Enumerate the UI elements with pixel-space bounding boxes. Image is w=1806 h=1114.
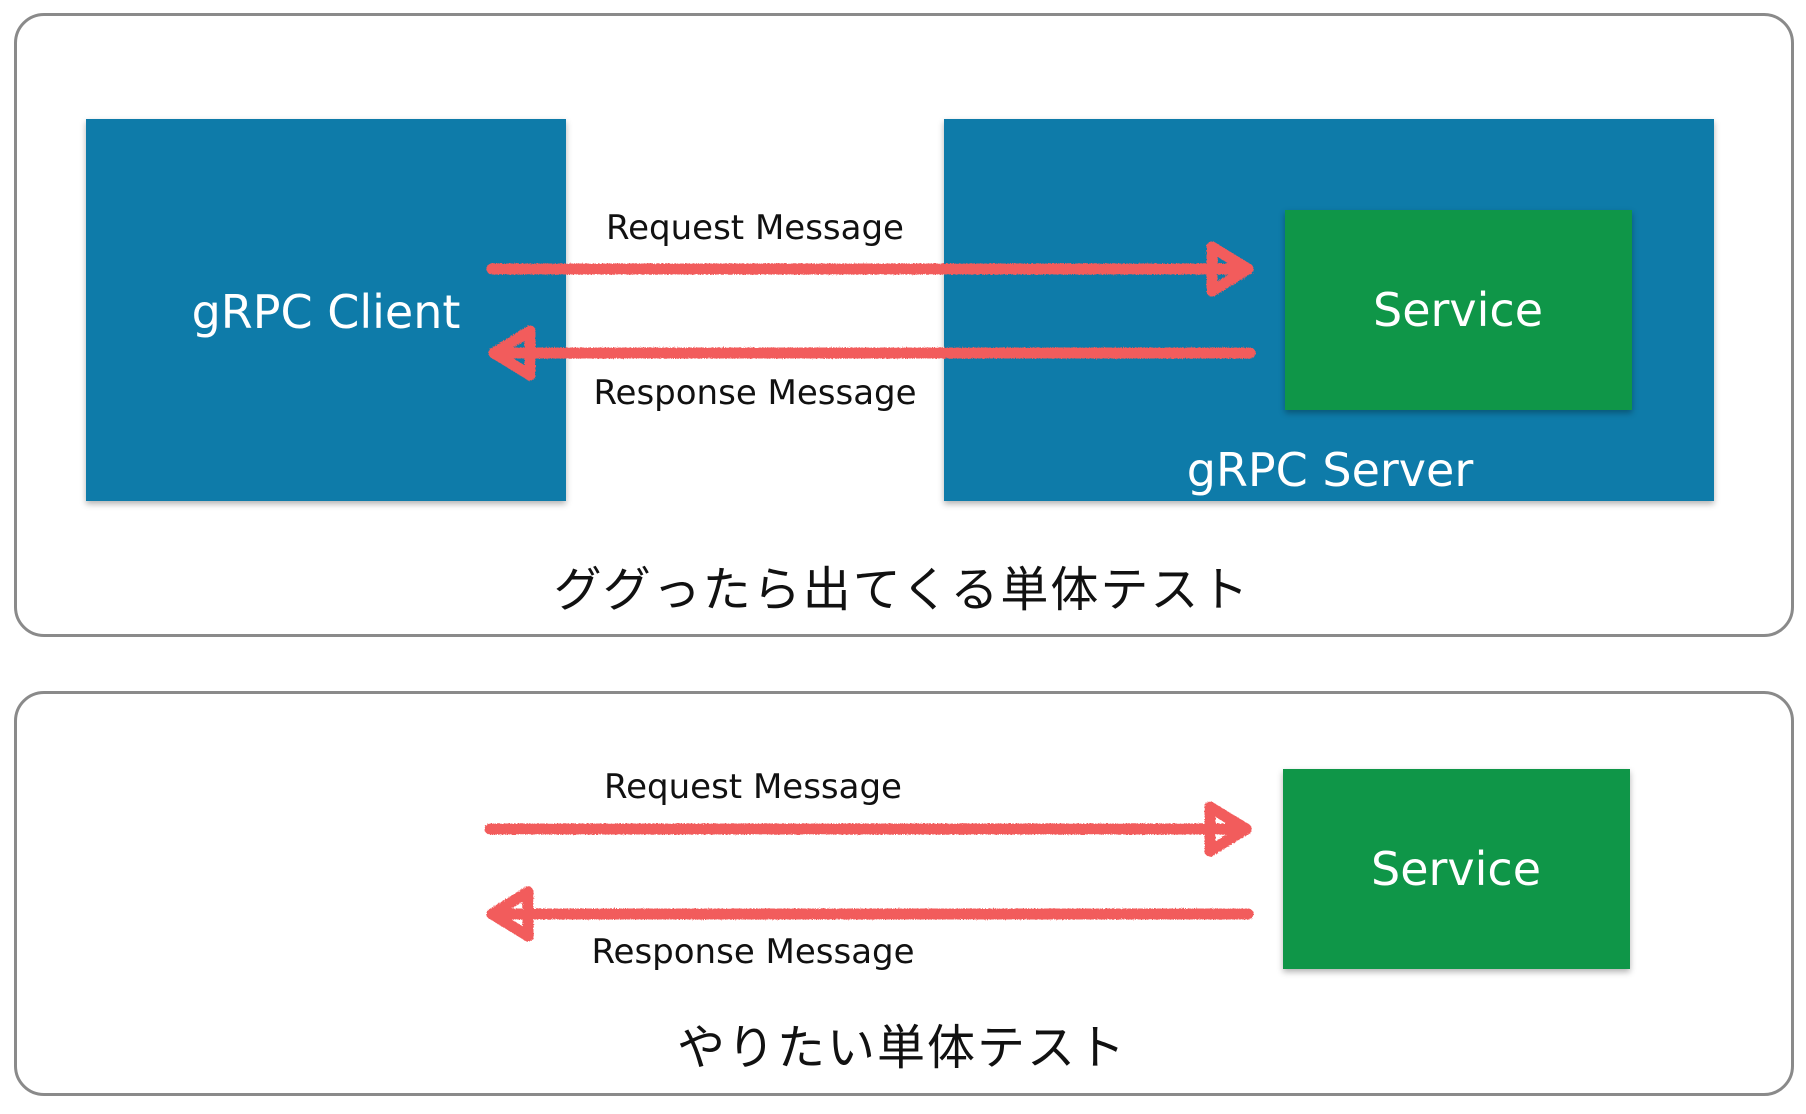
response-arrow-top [488,325,1256,381]
request-arrow-top [486,241,1254,297]
arrows-layer [484,241,1256,942]
response-arrow-bottom [486,886,1254,942]
request-arrow-bottom [484,801,1252,857]
